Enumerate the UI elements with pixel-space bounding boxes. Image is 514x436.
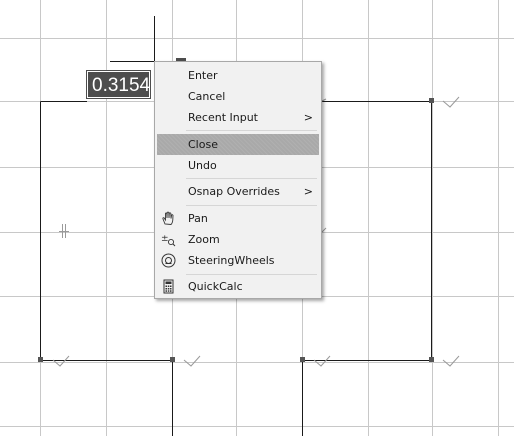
dynamic-input-field[interactable]: 0.3154 [86, 70, 151, 99]
menu-item-close[interactable]: Close [157, 134, 319, 155]
menu-item-label: Osnap Overrides [188, 185, 280, 198]
svg-text:±: ± [161, 234, 169, 244]
menu-item-label: Cancel [188, 90, 226, 103]
menu-item-label: SteeringWheels [188, 254, 275, 267]
menu-separator [186, 205, 317, 206]
submenu-arrow-icon: > [303, 111, 313, 124]
menu-item-label: Recent Input [188, 111, 258, 124]
menu-item-steeringwheels[interactable]: SteeringWheels [157, 250, 319, 271]
menu-item-label: Pan [188, 212, 208, 225]
menu-item-label: Close [188, 138, 218, 151]
menu-item-label: Undo [188, 159, 217, 172]
steering-wheel-icon [160, 252, 177, 269]
menu-separator [186, 130, 317, 131]
menu-separator [186, 274, 317, 275]
zoom-icon: ± [160, 231, 177, 248]
menu-item-zoom[interactable]: ± Zoom [157, 229, 319, 250]
menu-item-label: Enter [188, 69, 218, 82]
menu-item-recent-input[interactable]: Recent Input > [157, 107, 319, 128]
parallel-marker-icon [59, 224, 69, 238]
submenu-arrow-icon: > [303, 185, 313, 198]
calculator-icon [160, 278, 177, 295]
menu-item-osnap-overrides[interactable]: Osnap Overrides > [157, 181, 319, 202]
menu-item-cancel[interactable]: Cancel [157, 86, 319, 107]
menu-item-label: Zoom [188, 233, 220, 246]
menu-item-pan[interactable]: Pan [157, 208, 319, 229]
pan-hand-icon [160, 210, 177, 227]
menu-separator [186, 178, 317, 179]
menu-item-undo[interactable]: Undo [157, 155, 319, 176]
menu-item-quickcalc[interactable]: QuickCalc [157, 276, 319, 297]
menu-item-label: QuickCalc [188, 280, 243, 293]
context-menu: Enter Cancel Recent Input > Close Undo O… [154, 61, 322, 299]
menu-item-enter[interactable]: Enter [157, 65, 319, 86]
